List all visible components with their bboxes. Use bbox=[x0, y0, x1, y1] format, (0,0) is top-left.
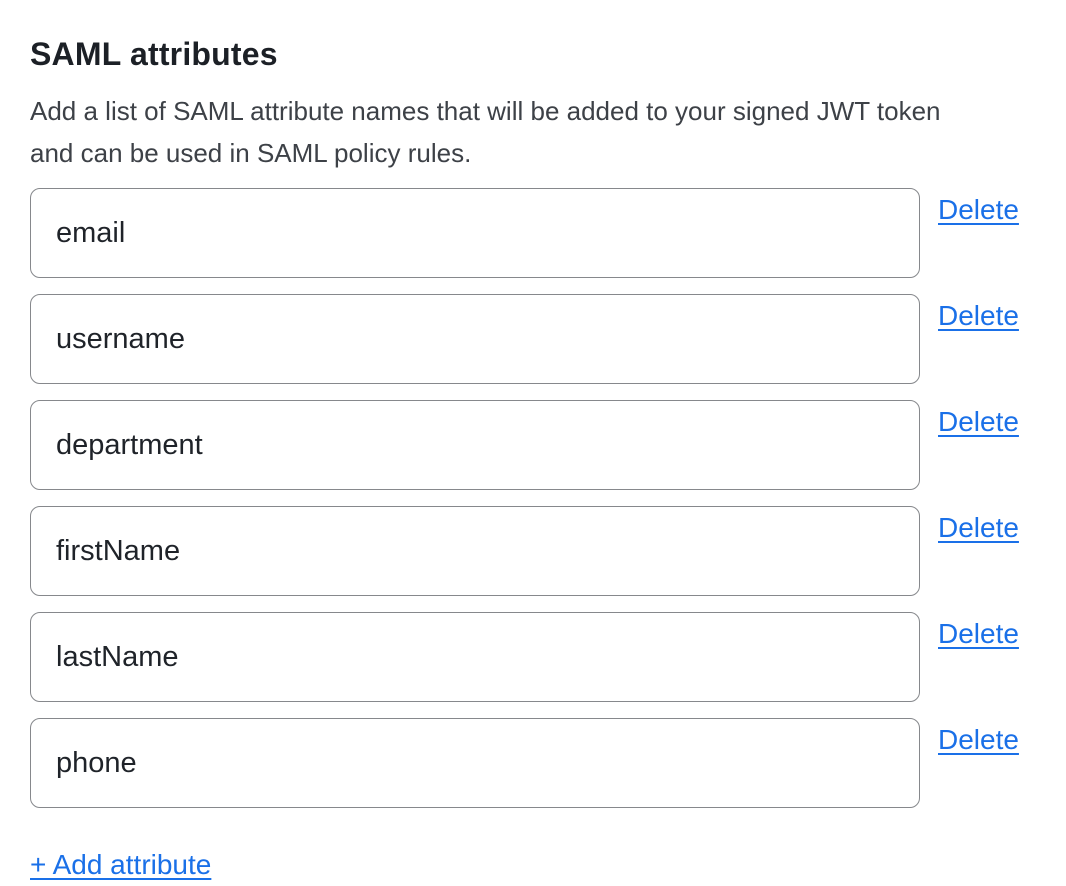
attribute-rows: Delete Delete Delete Delete Delete Delet… bbox=[30, 188, 1023, 808]
attribute-row: Delete bbox=[30, 294, 1023, 384]
add-attribute-link[interactable]: + Add attribute bbox=[30, 848, 211, 882]
saml-attributes-section: SAML attributes Add a list of SAML attri… bbox=[0, 0, 1066, 886]
delete-attribute-link[interactable]: Delete bbox=[938, 511, 1019, 545]
section-description: Add a list of SAML attribute names that … bbox=[30, 90, 1023, 174]
attribute-row: Delete bbox=[30, 612, 1023, 702]
attribute-name-input[interactable] bbox=[30, 188, 920, 278]
section-description-line2: and can be used in SAML policy rules. bbox=[30, 132, 1023, 174]
attribute-row: Delete bbox=[30, 718, 1023, 808]
section-description-line1: Add a list of SAML attribute names that … bbox=[30, 90, 1023, 132]
attribute-name-input[interactable] bbox=[30, 400, 920, 490]
attribute-row: Delete bbox=[30, 506, 1023, 596]
delete-attribute-link[interactable]: Delete bbox=[938, 723, 1019, 757]
attribute-name-input[interactable] bbox=[30, 506, 920, 596]
attribute-name-input[interactable] bbox=[30, 294, 920, 384]
attribute-name-input[interactable] bbox=[30, 612, 920, 702]
section-title: SAML attributes bbox=[30, 34, 1023, 74]
delete-attribute-link[interactable]: Delete bbox=[938, 193, 1019, 227]
attribute-name-input[interactable] bbox=[30, 718, 920, 808]
attribute-row: Delete bbox=[30, 188, 1023, 278]
attribute-row: Delete bbox=[30, 400, 1023, 490]
delete-attribute-link[interactable]: Delete bbox=[938, 299, 1019, 333]
delete-attribute-link[interactable]: Delete bbox=[938, 617, 1019, 651]
delete-attribute-link[interactable]: Delete bbox=[938, 405, 1019, 439]
